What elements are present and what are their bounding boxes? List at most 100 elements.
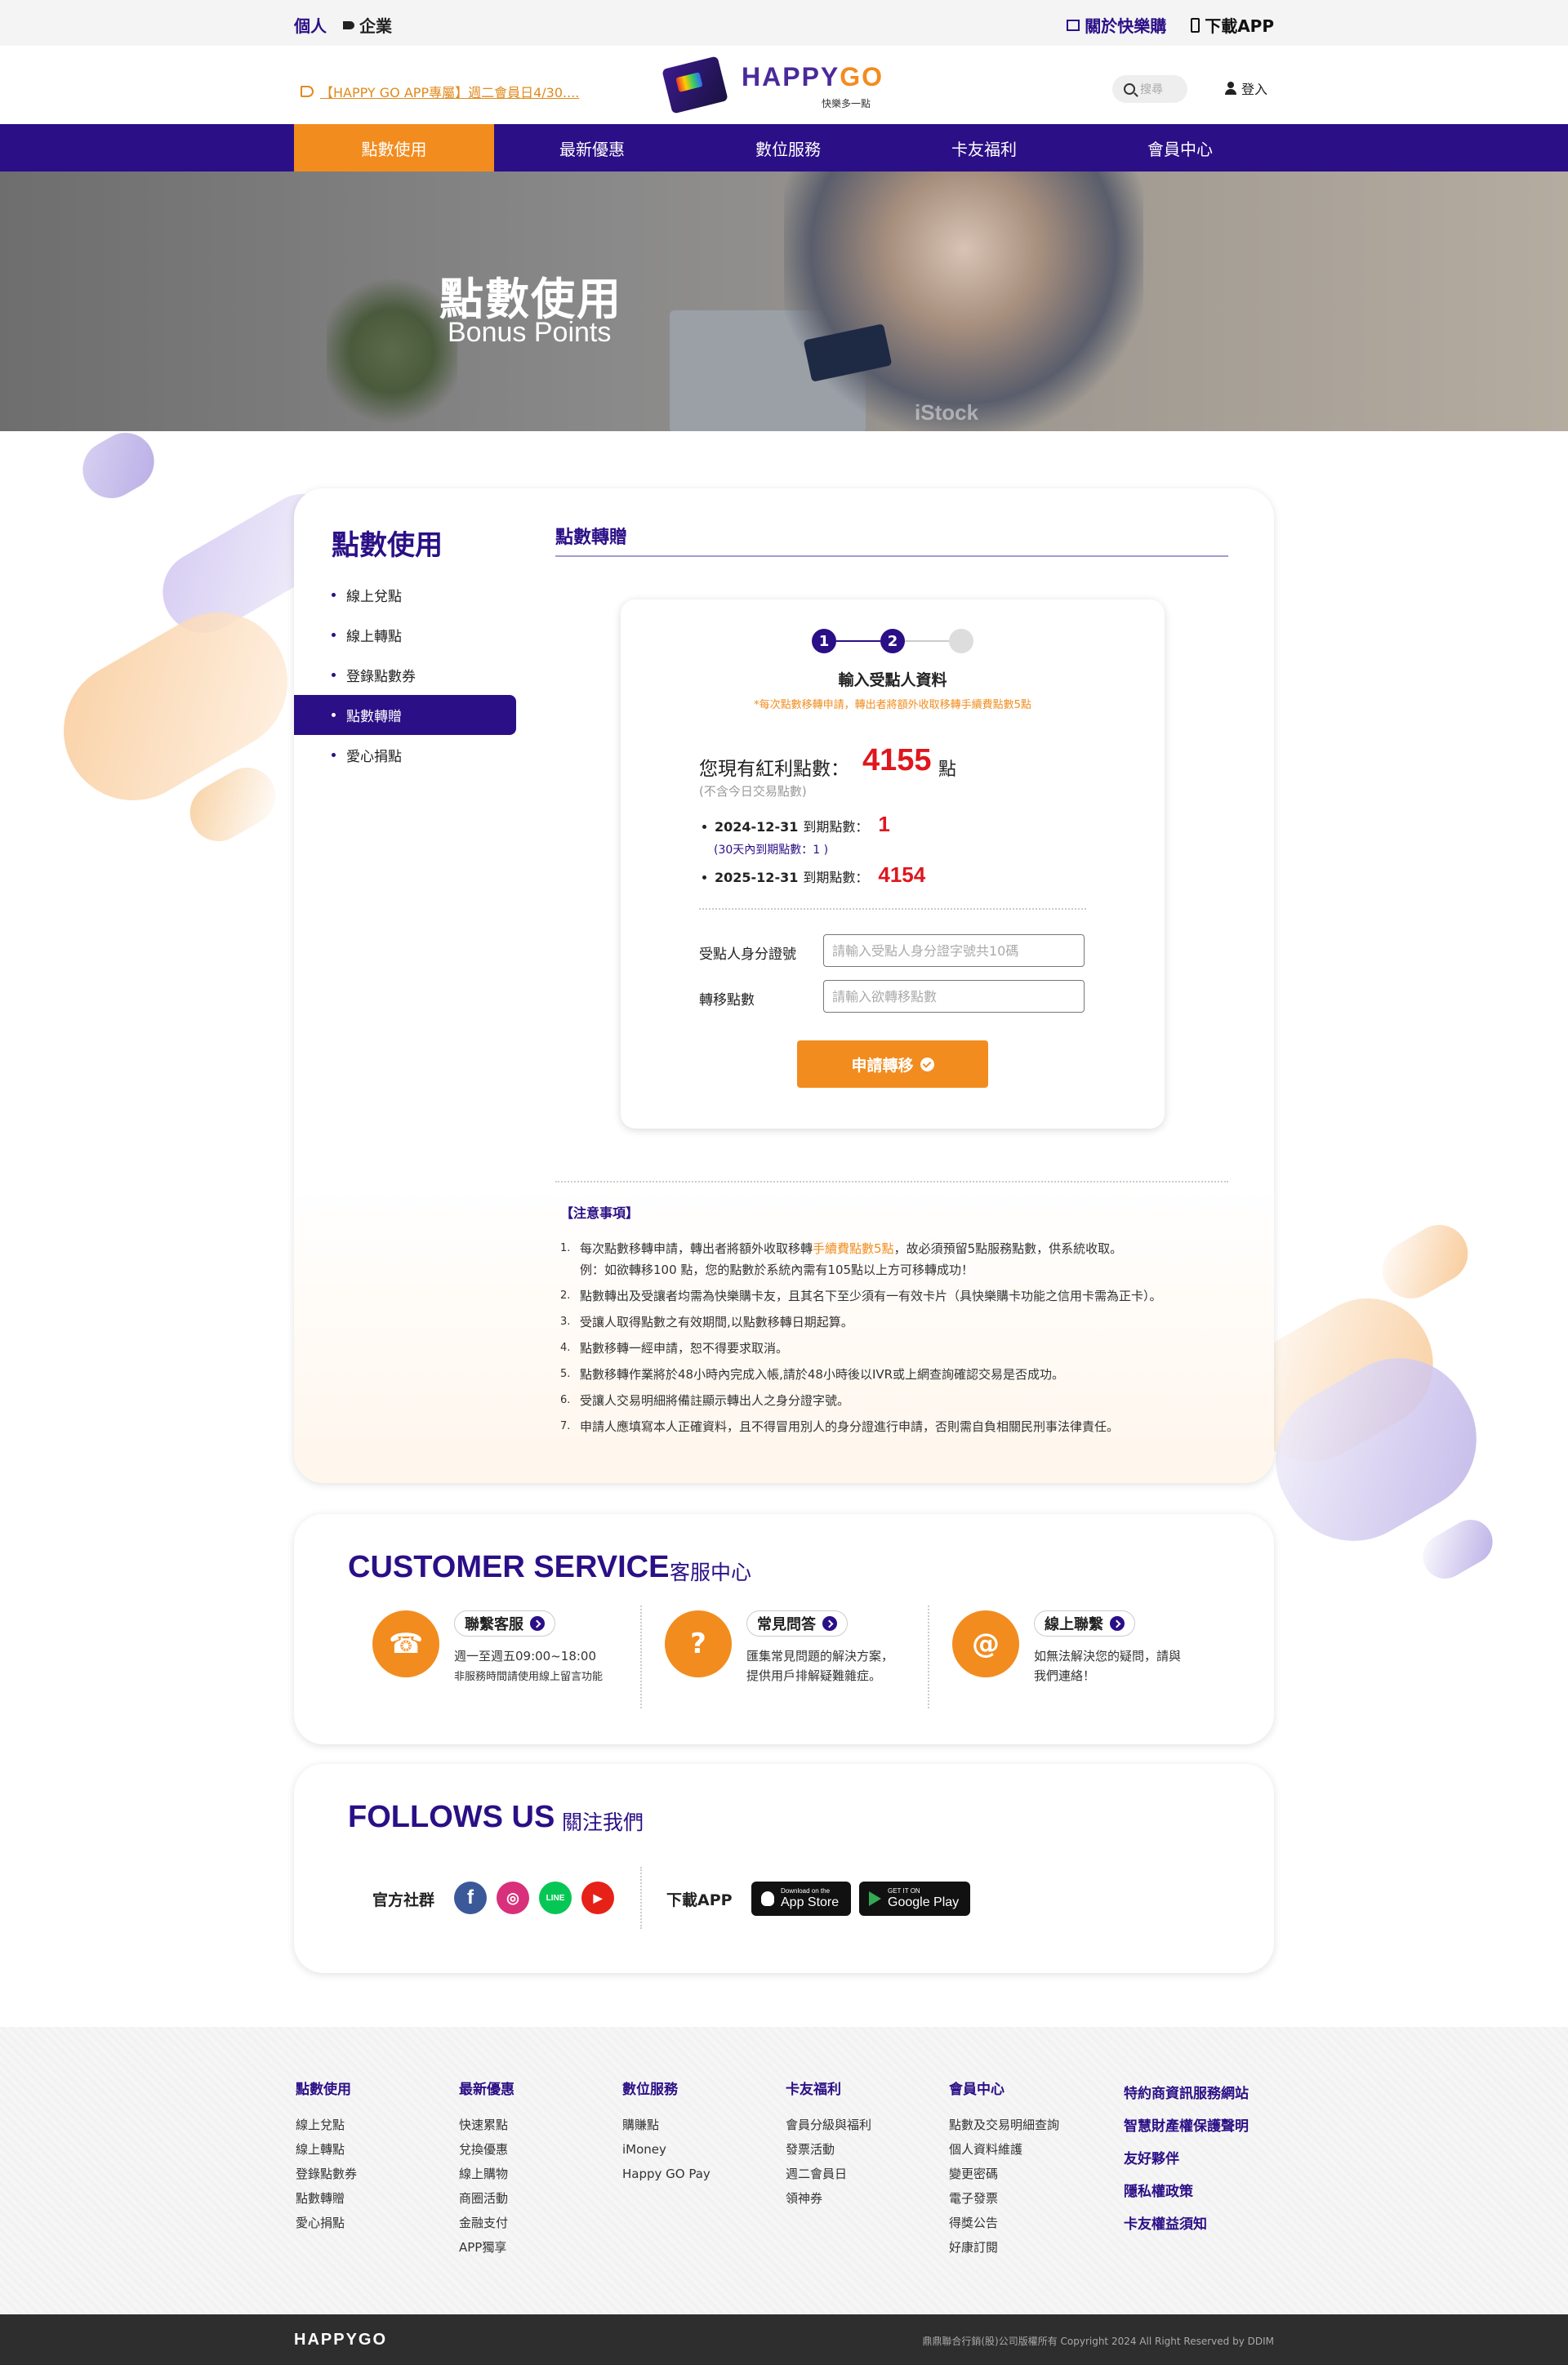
footer-link[interactable]: 購賺點 bbox=[622, 2113, 710, 2137]
happygo-logo[interactable]: HAPPYGO 快樂多一點 bbox=[662, 56, 903, 114]
app-store-button[interactable]: Download on the App Store bbox=[751, 1882, 851, 1916]
footer-policy-link[interactable]: 隱私權政策 bbox=[1124, 2176, 1249, 2208]
contact-service-button[interactable]: 聯繫客服 bbox=[454, 1610, 555, 1637]
footer-policy-link[interactable]: 友好夥伴 bbox=[1124, 2143, 1249, 2176]
footer-policy-link[interactable]: 卡友權益須知 bbox=[1124, 2208, 1249, 2241]
footer-link[interactable]: 會員分級與福利 bbox=[786, 2113, 871, 2137]
footer-link[interactable]: 週二會員日 bbox=[786, 2162, 871, 2186]
search-box[interactable]: 搜尋 bbox=[1112, 75, 1187, 103]
note-item: 5. 點數移轉作業將於48小時內完成入帳,請於48小時後以IVR或上網查詢確認交易… bbox=[560, 1367, 1065, 1382]
apply-transfer-button[interactable]: 申請轉移 bbox=[797, 1040, 988, 1088]
footer-column: 卡友福利 會員分級與福利 發票活動 週二會員日 領神券 bbox=[786, 2078, 871, 2211]
footer-link[interactable]: 發票活動 bbox=[786, 2137, 871, 2162]
footer-column-title: 會員中心 bbox=[949, 2082, 1004, 2098]
footer-link[interactable]: iMoney bbox=[622, 2137, 710, 2162]
step-3 bbox=[949, 629, 973, 653]
sidebar-item-convert[interactable]: 線上轉點 bbox=[294, 615, 516, 655]
copyright-text: 鼎鼎聯合行銷(股)公司版權所有 Copyright 2024 All Right… bbox=[922, 2336, 1274, 2347]
note-item: 6. 受讓人交易明細將備註顯示轉出人之身分證字號。 bbox=[560, 1393, 850, 1408]
nav-item-offers[interactable]: 最新優惠 bbox=[494, 124, 690, 171]
footer-link[interactable]: 好康訂閱 bbox=[949, 2235, 1059, 2260]
follow-us-title-zh: 關注我們 bbox=[562, 1810, 644, 1834]
footer-link[interactable]: 兌換優惠 bbox=[459, 2137, 514, 2162]
expiry-row: 2025-12-31 到期點數： 4154 bbox=[702, 862, 925, 888]
announcement-marquee[interactable]: 【HAPPY GO APP專屬】週二會員日4/30.... bbox=[301, 82, 579, 101]
instagram-icon[interactable]: ◎ bbox=[497, 1882, 529, 1914]
download-app-label: 下載APP bbox=[666, 1891, 733, 1909]
footer-link[interactable]: 個人資料維護 bbox=[949, 2137, 1059, 2162]
footer-link[interactable]: 線上兌點 bbox=[296, 2113, 357, 2137]
footer-policy-link[interactable]: 特約商資訊服務網站 bbox=[1124, 2078, 1249, 2110]
nav-item-digital[interactable]: 數位服務 bbox=[690, 124, 886, 171]
user-icon bbox=[1225, 82, 1236, 95]
personal-link[interactable]: 個人 bbox=[294, 13, 327, 37]
official-social-label: 官方社群 bbox=[372, 1891, 435, 1909]
footer-link[interactable]: 商圈活動 bbox=[459, 2186, 514, 2211]
footer-policy-link[interactable]: 智慧財產權保護聲明 bbox=[1124, 2110, 1249, 2143]
online-contact-desc: 如無法解決您的疑問，請與 我們連絡！ bbox=[1034, 1649, 1182, 1683]
nav-item-points[interactable]: 點數使用 bbox=[294, 124, 494, 171]
points-value: 4155 bbox=[862, 743, 932, 777]
transfer-points-input[interactable] bbox=[823, 980, 1085, 1013]
online-contact-button[interactable]: 線上聯繫 bbox=[1034, 1610, 1135, 1637]
download-app-link[interactable]: 下載APP bbox=[1191, 13, 1274, 37]
points-unit: 點 bbox=[938, 759, 957, 780]
note-item: 2. 點數轉出及受讓者均需為快樂購卡友，且其名下至少須有一有效卡片（具快樂購卡功能… bbox=[560, 1289, 1162, 1303]
footer-link[interactable]: 登錄點數券 bbox=[296, 2162, 357, 2186]
sidebar-item-donate[interactable]: 愛心捐點 bbox=[294, 735, 516, 775]
note-item: 7. 申請人應填寫本人正確資料，且不得冒用別人的身分證進行申請，否則需自負相關民刑… bbox=[560, 1419, 1120, 1434]
contact-service-desc: 週一至週五09:00~18:00 非服務時間請使用線上留言功能 bbox=[454, 1649, 604, 1683]
recipient-id-input[interactable] bbox=[823, 934, 1085, 967]
expiry-value: 1 bbox=[878, 812, 890, 836]
sidebar-item-redeem[interactable]: 線上兌點 bbox=[294, 575, 516, 615]
expiry-row: 2024-12-31 到期點數： 1 bbox=[702, 812, 890, 837]
footer-link[interactable]: 得獎公告 bbox=[949, 2211, 1059, 2235]
notes-list: 1. 每次點數移轉申請，轉出者將額外收取移轉手續費點數5點，故必須預留5點服務點數… bbox=[560, 1238, 1230, 1442]
expiry-30-day-note: (30天內到期點數：1 ) bbox=[714, 844, 829, 857]
notes-title: 【注意事項】 bbox=[560, 1205, 639, 1221]
footer-link[interactable]: 金融支付 bbox=[459, 2211, 514, 2235]
step-1: 1 bbox=[812, 629, 836, 653]
footer-column-title: 數位服務 bbox=[622, 2082, 678, 2098]
footer-link[interactable]: 線上轉點 bbox=[296, 2137, 357, 2162]
google-play-button[interactable]: GET IT ON Google Play bbox=[859, 1882, 970, 1916]
sidebar-item-transfer[interactable]: 點數轉贈 bbox=[294, 695, 516, 735]
nav-item-member[interactable]: 會員中心 bbox=[1082, 124, 1278, 171]
footer-link[interactable]: APP獨享 bbox=[459, 2235, 514, 2260]
nav-item-benefits[interactable]: 卡友福利 bbox=[886, 124, 1082, 171]
transfer-form: 1 2 輸入受點人資料 *每次點數移轉申請，轉出者將額外收取移轉手續費點數5點 … bbox=[621, 599, 1165, 1129]
sidebar-item-voucher[interactable]: 登錄點數券 bbox=[294, 655, 516, 695]
step-2: 2 bbox=[880, 629, 905, 653]
dotted-divider bbox=[699, 908, 1086, 910]
announcement-text: 【HAPPY GO APP專屬】週二會員日4/30.... bbox=[320, 85, 580, 100]
enterprise-link[interactable]: 企業 bbox=[343, 13, 392, 37]
faq-button[interactable]: 常見問答 bbox=[746, 1610, 848, 1637]
footer-link[interactable]: Happy GO Pay bbox=[622, 2162, 710, 2186]
hero-woman-photo bbox=[784, 171, 1143, 431]
footer-link[interactable]: 線上購物 bbox=[459, 2162, 514, 2186]
footer-link[interactable]: 變更密碼 bbox=[949, 2162, 1059, 2186]
step-indicator: 1 2 bbox=[812, 629, 973, 653]
youtube-icon[interactable]: ▶ bbox=[581, 1882, 614, 1914]
id-label: 受點人身分證號 bbox=[699, 946, 796, 963]
expiry-value: 4154 bbox=[878, 862, 926, 887]
line-icon[interactable]: LINE bbox=[539, 1882, 572, 1914]
footer-link[interactable]: 快速累點 bbox=[459, 2113, 514, 2137]
footer-link[interactable]: 點數及交易明細查詢 bbox=[949, 2113, 1059, 2137]
footer-column: 會員中心 點數及交易明細查詢 個人資料維護 變更密碼 電子發票 得獎公告 好康訂… bbox=[949, 2078, 1059, 2260]
footer-brand: HAPPYGO bbox=[294, 2331, 388, 2349]
audience-switch: 個人 企業 bbox=[294, 13, 392, 37]
login-link[interactable]: 登入 bbox=[1225, 78, 1267, 98]
footer-link[interactable]: 電子發票 bbox=[949, 2186, 1059, 2211]
form-heading: 輸入受點人資料 bbox=[838, 671, 947, 689]
facebook-icon[interactable]: f bbox=[454, 1882, 487, 1914]
footer-link[interactable]: 愛心捐點 bbox=[296, 2211, 357, 2235]
expiry-label: 到期點數： bbox=[803, 870, 869, 885]
login-label: 登入 bbox=[1241, 82, 1268, 97]
expiry-label: 到期點數： bbox=[803, 819, 869, 835]
apply-transfer-label: 申請轉移 bbox=[851, 1056, 914, 1075]
footer-link[interactable]: 領神券 bbox=[786, 2186, 871, 2211]
amount-label: 轉移點數 bbox=[699, 992, 755, 1009]
about-link[interactable]: 關於快樂購 bbox=[1067, 13, 1166, 37]
footer-link[interactable]: 點數轉贈 bbox=[296, 2186, 357, 2211]
